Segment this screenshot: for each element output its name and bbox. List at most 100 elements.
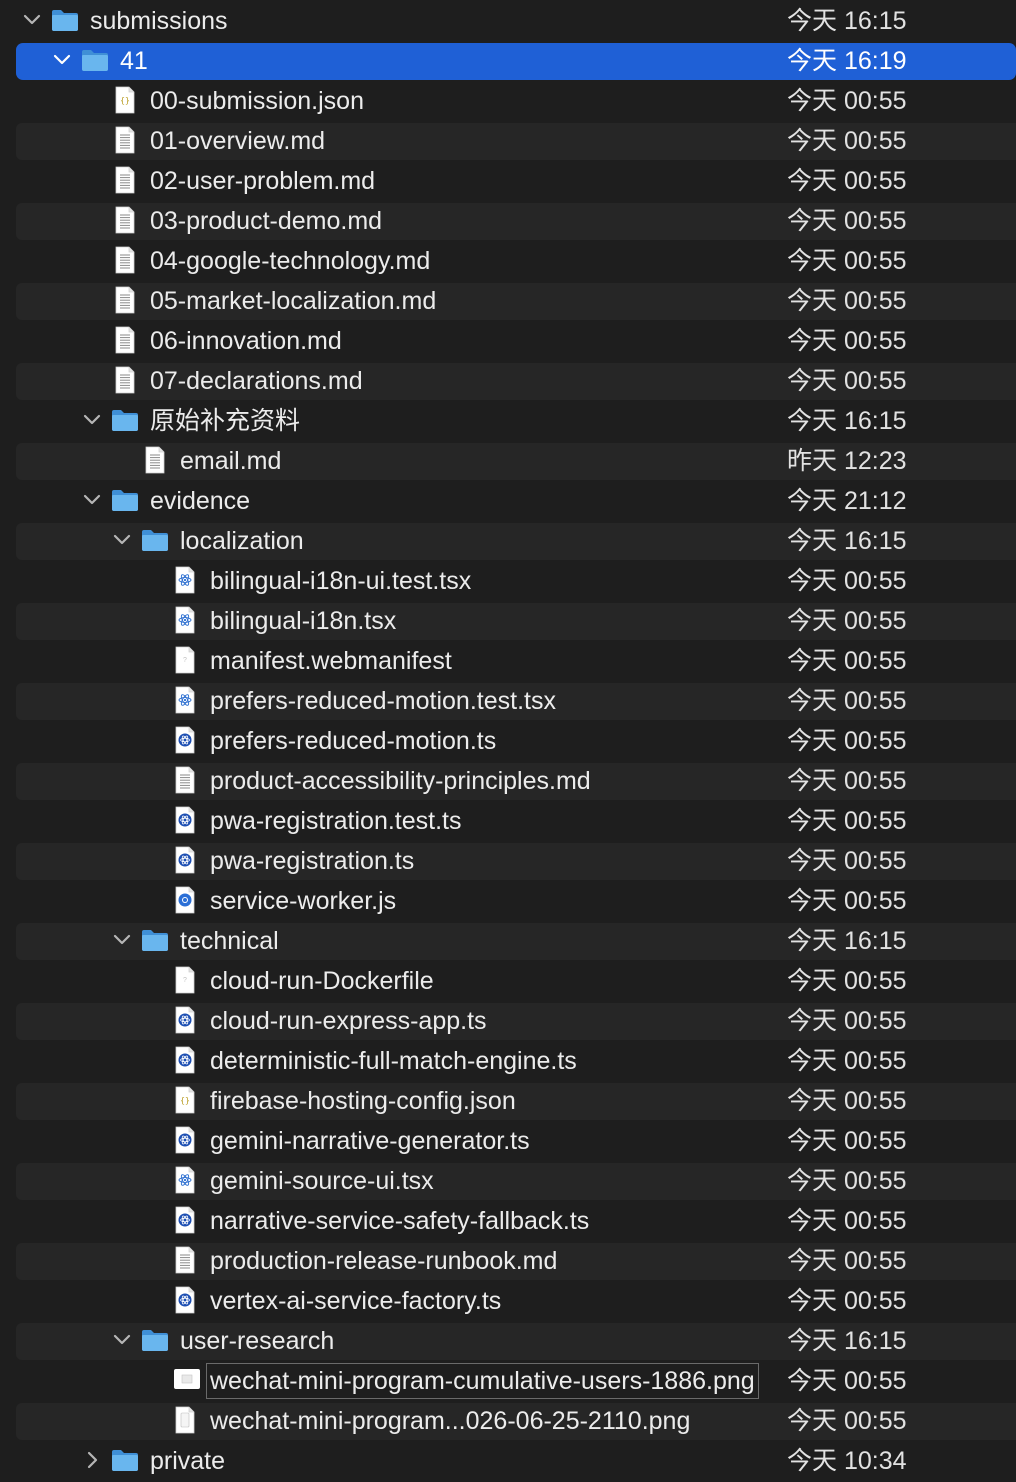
item-name: service-worker.js: [210, 887, 397, 915]
date-modified: 今天 21:12: [787, 487, 907, 515]
file-row[interactable]: wechat-mini-program-cumulative-users-188…: [0, 1360, 1016, 1400]
chevron-down-icon[interactable]: [112, 530, 132, 550]
item-name: vertex-ai-service-factory.ts: [210, 1287, 502, 1315]
date-modified: 今天 00:55: [787, 687, 907, 715]
folder-icon: [80, 47, 108, 73]
item-name: private: [150, 1447, 226, 1475]
file-row[interactable]: email.md 昨天 12:23: [0, 440, 1016, 480]
file-row[interactable]: service-worker.js 今天 00:55: [0, 880, 1016, 920]
file-row[interactable]: ? cloud-run-Dockerfile 今天 00:55: [0, 960, 1016, 1000]
date-modified: 今天 00:55: [787, 207, 907, 235]
item-name: prefers-reduced-motion.test.tsx: [210, 687, 556, 715]
file-row[interactable]: 01-overview.md 今天 00:55: [0, 120, 1016, 160]
text-document-icon: [173, 1246, 201, 1274]
text-document-icon: [113, 246, 141, 274]
chevron-down-icon[interactable]: [112, 1330, 132, 1350]
file-row[interactable]: {} 00-submission.json 今天 00:55: [0, 80, 1016, 120]
date-modified: 今天 00:55: [787, 87, 907, 115]
item-name: 05-market-localization.md: [150, 287, 437, 315]
file-row[interactable]: prefers-reduced-motion.test.tsx 今天 00:55: [0, 680, 1016, 720]
file-row[interactable]: vertex-ai-service-factory.ts 今天 00:55: [0, 1280, 1016, 1320]
filename-edit-field[interactable]: wechat-mini-program-cumulative-users-188…: [206, 1363, 759, 1399]
item-name: 41: [120, 47, 148, 75]
chrome-file-icon: [173, 886, 201, 914]
date-modified: 今天 10:34: [787, 1447, 907, 1475]
chevron-down-icon[interactable]: [82, 410, 102, 430]
file-row[interactable]: gemini-source-ui.tsx 今天 00:55: [0, 1160, 1016, 1200]
file-row[interactable]: {} firebase-hosting-config.json 今天 00:55: [0, 1080, 1016, 1120]
item-name: manifest.webmanifest: [210, 647, 452, 675]
item-name: user-research: [180, 1327, 335, 1355]
item-name: evidence: [150, 487, 251, 515]
date-modified: 今天 00:55: [787, 247, 907, 275]
folder-row[interactable]: technical 今天 16:15: [0, 920, 1016, 960]
typescript-file-icon: [173, 806, 201, 834]
file-row[interactable]: 05-market-localization.md 今天 00:55: [0, 280, 1016, 320]
item-name: technical: [180, 927, 279, 955]
text-document-icon: [173, 766, 201, 794]
date-modified: 今天 00:55: [787, 1247, 907, 1275]
file-row[interactable]: wechat-mini-program...026-06-25-2110.png…: [0, 1400, 1016, 1440]
text-document-icon: [113, 206, 141, 234]
file-row[interactable]: prefers-reduced-motion.ts 今天 00:55: [0, 720, 1016, 760]
text-document-icon: [113, 366, 141, 394]
json-file-icon: {}: [173, 1086, 201, 1114]
file-row[interactable]: deterministic-full-match-engine.ts 今天 00:…: [0, 1040, 1016, 1080]
folder-row[interactable]: localization 今天 16:15: [0, 520, 1016, 560]
date-modified: 今天 00:55: [787, 1127, 907, 1155]
file-row[interactable]: product-accessibility-principles.md 今天 00…: [0, 760, 1016, 800]
file-row[interactable]: 02-user-problem.md 今天 00:55: [0, 160, 1016, 200]
folder-row[interactable]: evidence 今天 21:12: [0, 480, 1016, 520]
file-row[interactable]: 04-google-technology.md 今天 00:55: [0, 240, 1016, 280]
date-modified: 今天 00:55: [787, 767, 907, 795]
chevron-right-icon[interactable]: [82, 1450, 102, 1470]
item-name: 04-google-technology.md: [150, 247, 431, 275]
svg-text:?: ?: [183, 657, 187, 664]
file-row[interactable]: cloud-run-express-app.ts 今天 00:55: [0, 1000, 1016, 1040]
date-modified: 今天 16:15: [787, 7, 907, 35]
date-modified: 今天 00:55: [787, 1367, 907, 1395]
folder-icon: [140, 927, 168, 953]
date-modified: 昨天 12:23: [787, 447, 907, 475]
json-file-icon: {}: [113, 86, 141, 114]
item-name: gemini-source-ui.tsx: [210, 1167, 434, 1195]
date-modified: 今天 00:55: [787, 647, 907, 675]
text-document-icon: [113, 326, 141, 354]
folder-row[interactable]: 原始补充资料 今天 16:15: [0, 400, 1016, 440]
file-row[interactable]: bilingual-i18n-ui.test.tsx 今天 00:55: [0, 560, 1016, 600]
item-name: 01-overview.md: [150, 127, 326, 155]
image-file-icon: [173, 1406, 201, 1434]
folder-icon: [140, 1327, 168, 1353]
date-modified: 今天 00:55: [787, 847, 907, 875]
file-row[interactable]: gemini-narrative-generator.ts 今天 00:55: [0, 1120, 1016, 1160]
folder-row[interactable]: user-research 今天 16:15: [0, 1320, 1016, 1360]
folder-row[interactable]: 41 今天 16:19: [0, 40, 1016, 80]
file-row[interactable]: ? manifest.webmanifest 今天 00:55: [0, 640, 1016, 680]
date-modified: 今天 00:55: [787, 1287, 907, 1315]
svg-text:{}: {}: [120, 96, 130, 105]
file-row[interactable]: 07-declarations.md 今天 00:55: [0, 360, 1016, 400]
file-row[interactable]: narrative-service-safety-fallback.ts 今天 0…: [0, 1200, 1016, 1240]
file-row[interactable]: production-release-runbook.md 今天 00:55: [0, 1240, 1016, 1280]
react-file-icon: [173, 1166, 201, 1194]
item-name: email.md: [180, 447, 282, 475]
date-modified: 今天 00:55: [787, 127, 907, 155]
file-row[interactable]: bilingual-i18n.tsx 今天 00:55: [0, 600, 1016, 640]
item-name: wechat-mini-program...026-06-25-2110.png: [210, 1407, 691, 1435]
file-row[interactable]: 03-product-demo.md 今天 00:55: [0, 200, 1016, 240]
folder-icon: [50, 7, 78, 33]
item-name: localization: [180, 527, 304, 555]
file-row[interactable]: pwa-registration.test.ts 今天 00:55: [0, 800, 1016, 840]
file-row[interactable]: pwa-registration.ts 今天 00:55: [0, 840, 1016, 880]
chevron-down-icon[interactable]: [112, 930, 132, 950]
chevron-down-icon[interactable]: [82, 490, 102, 510]
svg-text:{}: {}: [180, 1096, 190, 1105]
item-name: cloud-run-express-app.ts: [210, 1007, 487, 1035]
file-row[interactable]: 06-innovation.md 今天 00:55: [0, 320, 1016, 360]
chevron-down-icon[interactable]: [52, 50, 72, 70]
item-name: product-accessibility-principles.md: [210, 767, 591, 795]
folder-row[interactable]: submissions 今天 16:15: [0, 0, 1016, 40]
chevron-down-icon[interactable]: [22, 10, 42, 30]
folder-row[interactable]: private 今天 10:34: [0, 1440, 1016, 1480]
blank-file-icon: ?: [173, 966, 201, 994]
